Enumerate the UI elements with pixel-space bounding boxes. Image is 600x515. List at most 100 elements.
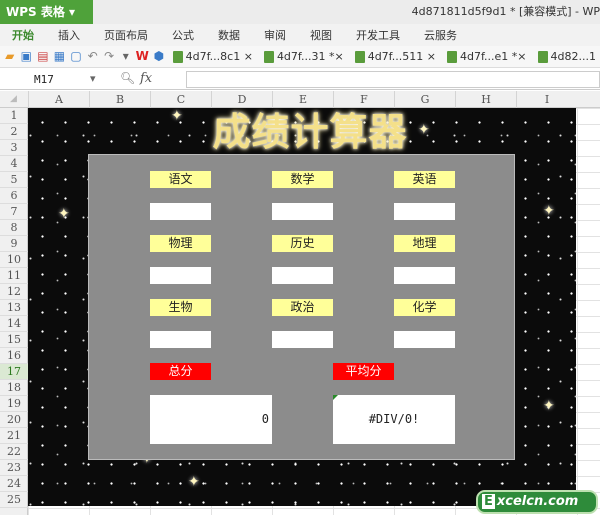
cube-icon[interactable]: ⬢ bbox=[152, 49, 166, 64]
menu-cloud[interactable]: 云服务 bbox=[412, 27, 469, 43]
document-title: 4d871811d5f9d1 * [兼容模式] - WP bbox=[411, 5, 600, 18]
select-all-corner[interactable]: ◢ bbox=[10, 94, 17, 104]
sparkle-icon: ✦ bbox=[543, 203, 555, 219]
row-header[interactable]: 23 bbox=[0, 460, 28, 476]
score-input[interactable] bbox=[394, 203, 455, 220]
row-header[interactable]: 7 bbox=[0, 204, 28, 220]
score-input[interactable] bbox=[272, 331, 333, 348]
column-header[interactable]: F bbox=[333, 91, 394, 108]
column-header[interactable]: H bbox=[455, 91, 516, 108]
row-header[interactable]: 19 bbox=[0, 396, 28, 412]
spreadsheet-icon bbox=[263, 50, 274, 63]
score-input[interactable] bbox=[150, 331, 211, 348]
row-header[interactable]: 11 bbox=[0, 268, 28, 284]
menu-data[interactable]: 数据 bbox=[206, 27, 252, 43]
function-button[interactable]: fx bbox=[140, 71, 152, 86]
print-icon[interactable]: ▦ bbox=[53, 49, 67, 64]
score-input[interactable] bbox=[150, 203, 211, 220]
row-header[interactable]: 9 bbox=[0, 236, 28, 252]
column-header[interactable]: B bbox=[89, 91, 150, 108]
subject-label: 语文 bbox=[150, 171, 211, 188]
row-headers: 1 2 3 4 5 6 7 8 9 10 11 12 13 14 15 16 17 18 19 20 21 22 23 24 2… bbox=[0, 108, 28, 515]
wps-icon[interactable]: W bbox=[136, 49, 150, 64]
row-header[interactable]: 2 bbox=[0, 124, 28, 140]
app-menu-button[interactable]: WPS 表格 ▾ bbox=[0, 0, 93, 24]
spreadsheet-icon bbox=[537, 50, 548, 63]
row-header[interactable]: 24 bbox=[0, 476, 28, 492]
formula-input[interactable] bbox=[186, 71, 600, 88]
row-header[interactable]: 18 bbox=[0, 380, 28, 396]
sparkle-icon: ✦ bbox=[171, 108, 183, 124]
subject-label: 英语 bbox=[394, 171, 455, 188]
average-value: #DIV/0! bbox=[368, 412, 420, 426]
tab-label: 4d7f...31 *× bbox=[276, 50, 344, 63]
tab-label: 4d7f...e1 *× bbox=[459, 50, 527, 63]
row-header[interactable]: 13 bbox=[0, 300, 28, 316]
name-box-dropdown-icon[interactable]: ▾ bbox=[90, 72, 96, 85]
row-header[interactable]: 25 bbox=[0, 492, 28, 508]
row-header[interactable]: 12 bbox=[0, 284, 28, 300]
menu-insert[interactable]: 插入 bbox=[46, 27, 92, 43]
score-input[interactable] bbox=[394, 267, 455, 284]
menu-view[interactable]: 视图 bbox=[298, 27, 344, 43]
tab-label: 4d7f...8c1 × bbox=[185, 50, 253, 63]
row-header[interactable]: 4 bbox=[0, 156, 28, 172]
row-header[interactable]: 5 bbox=[0, 172, 28, 188]
menu-developer[interactable]: 开发工具 bbox=[344, 27, 412, 43]
score-input[interactable] bbox=[272, 203, 333, 220]
row-header[interactable]: 14 bbox=[0, 316, 28, 332]
doc-tab[interactable]: 4d7f...e1 *× bbox=[443, 50, 531, 63]
row-header[interactable]: 8 bbox=[0, 220, 28, 236]
score-input[interactable] bbox=[150, 267, 211, 284]
column-header[interactable]: E bbox=[272, 91, 333, 108]
total-value[interactable]: 0 bbox=[150, 395, 272, 444]
sheet-title: 成绩计算器 bbox=[212, 110, 408, 154]
subject-label: 地理 bbox=[394, 235, 455, 252]
average-value-cell[interactable]: #DIV/0! bbox=[333, 395, 455, 444]
menu-review[interactable]: 审阅 bbox=[252, 27, 298, 43]
undo-icon[interactable]: ↶ bbox=[86, 49, 100, 64]
score-input[interactable] bbox=[272, 267, 333, 284]
tab-label: 4d7f...511 × bbox=[367, 50, 436, 63]
tab-label: 4d82...1 bbox=[550, 50, 596, 63]
subject-label: 历史 bbox=[272, 235, 333, 252]
row-header[interactable]: 3 bbox=[0, 140, 28, 156]
open-icon[interactable]: ▰ bbox=[3, 49, 17, 64]
row-header[interactable]: 6 bbox=[0, 188, 28, 204]
subject-label: 数学 bbox=[272, 171, 333, 188]
save-icon[interactable]: ▣ bbox=[20, 49, 34, 64]
row-header[interactable]: 10 bbox=[0, 252, 28, 268]
column-header[interactable]: G bbox=[394, 91, 455, 108]
row-header[interactable]: 1 bbox=[0, 108, 28, 124]
doc-tab[interactable]: 4d82...1 bbox=[534, 50, 600, 63]
column-header[interactable]: I bbox=[516, 91, 577, 108]
spreadsheet-icon bbox=[446, 50, 457, 63]
export-pdf-icon[interactable]: ▤ bbox=[36, 49, 50, 64]
menu-formulas[interactable]: 公式 bbox=[160, 27, 206, 43]
title-bar: WPS 表格 ▾ 4d871811d5f9d1 * [兼容模式] - WP bbox=[0, 0, 600, 24]
spreadsheet-icon bbox=[172, 50, 183, 63]
column-header[interactable]: A bbox=[28, 91, 89, 108]
redo-icon[interactable]: ↷ bbox=[102, 49, 116, 64]
name-box[interactable]: M17 bbox=[4, 71, 104, 88]
print-preview-icon[interactable]: ▢ bbox=[69, 49, 83, 64]
subject-label: 生物 bbox=[150, 299, 211, 316]
score-input[interactable] bbox=[394, 331, 455, 348]
row-header[interactable]: 20 bbox=[0, 412, 28, 428]
column-header[interactable]: D bbox=[211, 91, 272, 108]
row-header[interactable]: 22 bbox=[0, 444, 28, 460]
row-header[interactable]: 15 bbox=[0, 332, 28, 348]
dropdown-icon[interactable]: ▾ bbox=[119, 49, 133, 64]
row-header[interactable]: 17 bbox=[0, 364, 28, 380]
row-header[interactable]: 16 bbox=[0, 348, 28, 364]
doc-tab[interactable]: 4d7f...8c1 × bbox=[169, 50, 257, 63]
zoom-icon[interactable]: 🔍︎ bbox=[120, 71, 135, 85]
row-header[interactable]: 21 bbox=[0, 428, 28, 444]
column-header[interactable]: C bbox=[150, 91, 211, 108]
app-name: WPS 表格 bbox=[6, 5, 65, 19]
spreadsheet-icon bbox=[354, 50, 365, 63]
menu-home[interactable]: 开始 bbox=[0, 27, 46, 43]
doc-tab[interactable]: 4d7f...31 *× bbox=[260, 50, 348, 63]
doc-tab[interactable]: 4d7f...511 × bbox=[351, 50, 440, 63]
menu-page-layout[interactable]: 页面布局 bbox=[92, 27, 160, 43]
